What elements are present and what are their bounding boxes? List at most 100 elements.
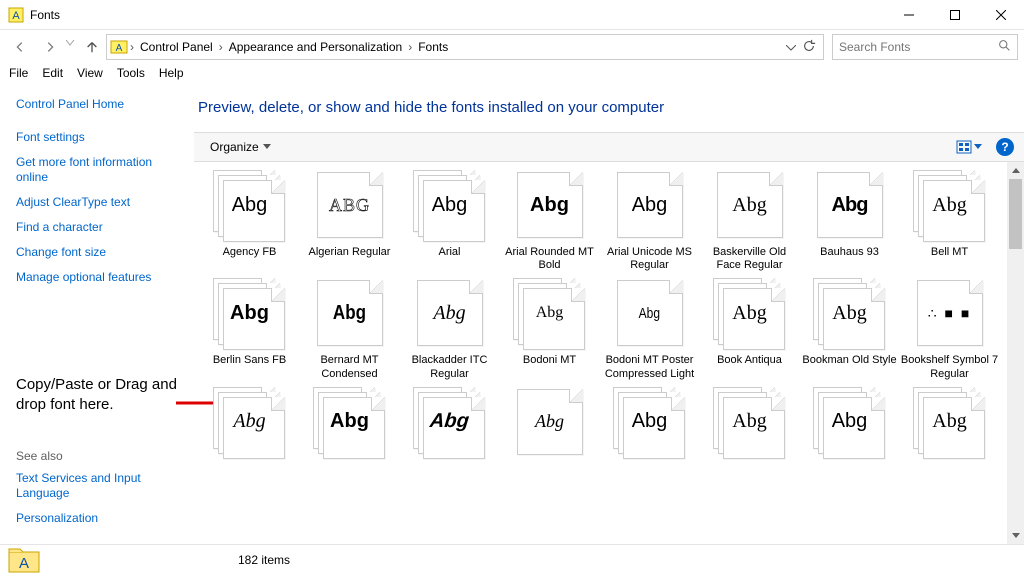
chevron-down-icon [974, 144, 982, 150]
font-item[interactable]: AbgAgency FB [200, 168, 299, 272]
close-button[interactable] [978, 0, 1024, 30]
breadcrumb-appearance[interactable]: Appearance and Personalization [225, 40, 406, 54]
font-item[interactable]: Abg [400, 385, 499, 477]
font-thumbnail: Abg [711, 385, 789, 459]
scrollbar[interactable] [1007, 162, 1024, 544]
font-item[interactable]: AbgArial Rounded MT Bold [500, 168, 599, 272]
font-label: Bookman Old Style [802, 354, 896, 368]
chevron-right-icon[interactable]: › [128, 40, 136, 54]
font-sample: Abg [429, 410, 470, 433]
font-item[interactable]: AbgBodoni MT Poster Compressed Light [600, 276, 699, 380]
app-icon: A [8, 7, 24, 23]
font-item[interactable]: ∴ ■ ■Bookshelf Symbol 7 Regular [900, 276, 999, 380]
font-item[interactable]: Abg [500, 385, 599, 477]
font-sample: Abg [232, 194, 268, 217]
menu-tools[interactable]: Tools [110, 64, 152, 85]
font-item[interactable]: Abg [200, 385, 299, 477]
address-bar[interactable]: A › Control Panel › Appearance and Perso… [106, 34, 824, 60]
scroll-track[interactable] [1007, 179, 1024, 527]
font-item[interactable]: AbgArial Unicode MS Regular [600, 168, 699, 272]
link-change-font-size[interactable]: Change font size [16, 245, 182, 260]
menu-view[interactable]: View [70, 64, 110, 85]
refresh-button[interactable] [802, 39, 816, 56]
chevron-right-icon[interactable]: › [217, 40, 225, 54]
font-item[interactable]: Abg [300, 385, 399, 477]
search-box[interactable] [832, 34, 1018, 60]
link-font-settings[interactable]: Font settings [16, 130, 182, 145]
font-sample: Abg [732, 410, 766, 433]
font-thumbnail: Abg [711, 276, 789, 350]
font-item[interactable]: Abg [700, 385, 799, 477]
see-also-heading: See also [16, 449, 182, 463]
breadcrumb-control-panel[interactable]: Control Panel [136, 40, 217, 54]
font-item[interactable]: Abg [900, 385, 999, 477]
menu-edit[interactable]: Edit [35, 64, 70, 85]
search-input[interactable] [839, 40, 998, 54]
font-thumbnail: Abg [611, 385, 689, 459]
font-thumbnail: Abg [411, 385, 489, 459]
font-item[interactable]: AbgBell MT [900, 168, 999, 272]
organize-menu[interactable]: Organize [204, 137, 277, 157]
font-item[interactable]: ABGAlgerian Regular [300, 168, 399, 272]
font-label: Bodoni MT [523, 354, 576, 368]
folder-icon: A [110, 38, 128, 56]
scroll-down-button[interactable] [1007, 527, 1024, 544]
status-folder-icon: A [6, 546, 42, 574]
address-dropdown[interactable] [786, 40, 796, 54]
back-button[interactable] [6, 33, 34, 61]
link-personalization[interactable]: Personalization [16, 511, 182, 526]
font-grid: AbgAgency FBABGAlgerian RegularAbgArialA… [194, 162, 1024, 483]
forward-button[interactable] [36, 33, 64, 61]
font-sample: Abg [230, 302, 269, 325]
recent-dropdown[interactable] [66, 33, 78, 61]
search-icon[interactable] [998, 39, 1011, 55]
font-thumbnail: Abg [511, 276, 589, 350]
font-thumbnail: Abg [811, 276, 889, 350]
help-button[interactable]: ? [996, 138, 1014, 156]
font-thumbnail: Abg [411, 168, 489, 242]
font-item[interactable]: Abg Bookman Old Style [800, 276, 899, 380]
maximize-button[interactable] [932, 0, 978, 30]
font-item[interactable]: Abg [600, 385, 699, 477]
chevron-right-icon[interactable]: › [406, 40, 414, 54]
font-item[interactable]: AbgBaskerville Old Face Regular [700, 168, 799, 272]
font-label: Bell MT [931, 246, 968, 260]
font-thumbnail: Abg [211, 385, 289, 459]
font-item[interactable]: AbgBernard MT Condensed [300, 276, 399, 380]
menubar: File Edit View Tools Help [0, 64, 1024, 85]
view-icon [956, 140, 972, 154]
font-item[interactable]: Abg [800, 385, 899, 477]
menu-help[interactable]: Help [152, 64, 191, 85]
font-item[interactable]: Abg Bodoni MT [500, 276, 599, 380]
font-thumbnail: Abg [311, 385, 389, 459]
font-item[interactable]: AbgArial [400, 168, 499, 272]
font-thumbnail: Abg [711, 168, 789, 242]
font-sample: Abg [832, 410, 868, 433]
font-sample: Abg [233, 410, 265, 433]
font-label: Arial Unicode MS Regular [600, 246, 699, 272]
link-more-font-info[interactable]: Get more font information online [16, 155, 182, 185]
chevron-down-icon [263, 144, 271, 150]
organize-label: Organize [210, 140, 259, 154]
font-item[interactable]: Abg Book Antiqua [700, 276, 799, 380]
font-item[interactable]: AbgBauhaus 93 [800, 168, 899, 272]
up-button[interactable] [80, 33, 104, 61]
font-thumbnail: ABG [311, 168, 389, 242]
menu-file[interactable]: File [2, 64, 35, 85]
font-sample: Abg [832, 302, 866, 325]
link-cp-home[interactable]: Control Panel Home [16, 97, 182, 112]
scroll-thumb[interactable] [1009, 179, 1022, 249]
font-item[interactable]: AbgBlackadder ITC Regular [400, 276, 499, 380]
view-options-button[interactable] [952, 138, 986, 156]
svg-text:A: A [19, 555, 29, 572]
link-find-character[interactable]: Find a character [16, 220, 182, 235]
font-label: Book Antiqua [717, 354, 782, 368]
link-text-services[interactable]: Text Services and Input Language [16, 471, 182, 501]
page-heading: Preview, delete, or show and hide the fo… [194, 85, 1024, 132]
scroll-up-button[interactable] [1007, 162, 1024, 179]
breadcrumb-fonts[interactable]: Fonts [414, 40, 452, 54]
font-item[interactable]: AbgBerlin Sans FB [200, 276, 299, 380]
minimize-button[interactable] [886, 0, 932, 30]
link-optional-features[interactable]: Manage optional features [16, 270, 182, 285]
link-cleartype[interactable]: Adjust ClearType text [16, 195, 182, 210]
